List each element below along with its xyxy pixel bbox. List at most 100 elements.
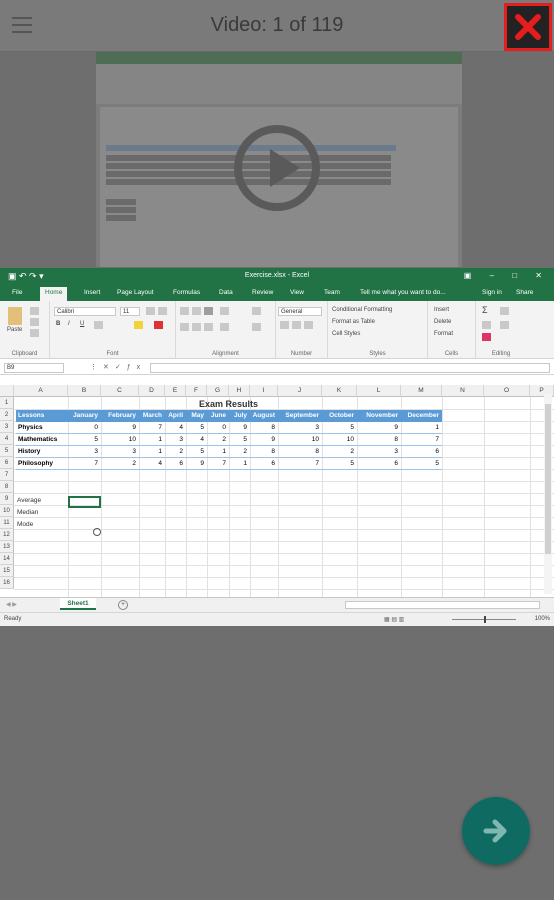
vertical-scrollbar[interactable] [544,394,552,594]
score-cell[interactable]: 10 [278,434,322,446]
percent-icon[interactable] [292,321,301,329]
column-header-o[interactable]: O [484,385,530,397]
bold-button[interactable]: B [56,321,60,327]
score-cell[interactable]: 5 [68,434,101,446]
row-header-14[interactable]: 14 [0,553,14,565]
header-cell[interactable]: September [278,410,322,422]
sort-filter-icon[interactable] [500,307,509,315]
format-painter-icon[interactable] [30,329,39,337]
paste-icon[interactable] [8,307,22,325]
row-header-1[interactable]: 1 [0,397,14,409]
format-as-table-button[interactable]: Format as Table [332,319,375,325]
tab-file[interactable]: File [12,289,22,296]
grow-font-icon[interactable] [146,307,155,315]
score-cell[interactable]: 8 [357,434,401,446]
row-header-10[interactable]: 10 [0,505,14,517]
column-header-g[interactable]: G [207,385,229,397]
find-select-icon[interactable] [500,321,509,329]
tab-page-layout[interactable]: Page Layout [117,289,154,296]
column-header-b[interactable]: B [68,385,101,397]
column-header-f[interactable]: F [186,385,207,397]
font-name-select[interactable]: Calibri [54,307,116,316]
delete-cells-button[interactable]: Delete [434,319,451,325]
tell-me-search[interactable]: Tell me what you want to do... [360,289,446,296]
column-header-d[interactable]: D [139,385,165,397]
score-cell[interactable]: 0 [207,422,229,434]
header-cell[interactable]: June [207,410,229,422]
tab-data[interactable]: Data [219,289,233,296]
row-header-13[interactable]: 13 [0,541,14,553]
score-cell[interactable]: 1 [139,434,165,446]
autosum-icon[interactable]: Σ [482,305,488,315]
share-button[interactable]: Share [516,289,533,296]
column-header-j[interactable]: J [278,385,322,397]
score-cell[interactable]: 1 [207,446,229,458]
add-sheet-icon[interactable]: + [118,600,128,610]
cut-icon[interactable] [30,307,39,315]
row-header-9[interactable]: 9 [0,493,14,505]
score-cell[interactable]: 3 [278,422,322,434]
row-header-4[interactable]: 4 [0,433,14,445]
align-top-icon[interactable] [180,307,189,315]
header-cell[interactable]: October [322,410,357,422]
header-cell[interactable]: December [401,410,442,422]
score-cell[interactable]: 9 [186,458,207,470]
selected-cell-b9[interactable] [68,496,101,508]
align-center-icon[interactable] [192,323,201,331]
align-middle-icon[interactable] [192,307,201,315]
score-cell[interactable]: 8 [250,422,278,434]
score-cell[interactable]: 9 [101,422,139,434]
tab-insert[interactable]: Insert [84,289,100,296]
select-all-corner[interactable] [0,385,14,397]
score-cell[interactable]: 6 [357,458,401,470]
row-header-11[interactable]: 11 [0,517,14,529]
score-cell[interactable]: 4 [139,458,165,470]
insert-cells-button[interactable]: Insert [434,307,449,313]
font-color-icon[interactable] [154,321,163,329]
score-cell[interactable]: 9 [250,434,278,446]
score-cell[interactable]: 5 [186,446,207,458]
score-cell[interactable]: 7 [68,458,101,470]
score-cell[interactable]: 10 [322,434,357,446]
align-right-icon[interactable] [204,323,213,331]
merge-center-icon[interactable] [252,323,261,331]
row-header-5[interactable]: 5 [0,445,14,457]
conditional-formatting-button[interactable]: Conditional Formatting [332,307,392,313]
score-cell[interactable]: 1 [139,446,165,458]
close-button[interactable] [504,3,552,51]
score-cell[interactable]: 3 [68,446,101,458]
score-cell[interactable]: 2 [165,446,186,458]
score-cell[interactable]: 8 [250,446,278,458]
name-box[interactable]: B9 [4,363,64,373]
sheet-tab-sheet1[interactable]: Sheet1 [60,598,96,610]
lesson-cell[interactable]: Mathematics [16,434,68,446]
horizontal-scrollbar[interactable] [345,601,540,609]
score-cell[interactable]: 5 [401,458,442,470]
copy-icon[interactable] [30,318,39,326]
align-bottom-icon[interactable] [204,307,213,315]
score-cell[interactable]: 7 [139,422,165,434]
score-cell[interactable]: 7 [207,458,229,470]
play-icon[interactable] [234,125,320,211]
score-cell[interactable]: 2 [207,434,229,446]
score-cell[interactable]: 9 [229,422,250,434]
score-cell[interactable]: 5 [322,458,357,470]
orientation-icon[interactable] [220,307,229,315]
row-header-16[interactable]: 16 [0,577,14,589]
fill-color-icon[interactable] [134,321,143,329]
font-size-select[interactable]: 11 [120,307,140,316]
header-cell[interactable]: February [101,410,139,422]
wrap-text-icon[interactable] [252,307,261,315]
header-cell[interactable]: April [165,410,186,422]
row-header-8[interactable]: 8 [0,481,14,493]
underline-button[interactable]: U [80,321,84,327]
score-cell[interactable]: 0 [68,422,101,434]
tab-formulas[interactable]: Formulas [173,289,200,296]
column-header-n[interactable]: N [442,385,484,397]
score-cell[interactable]: 3 [101,446,139,458]
column-header-h[interactable]: H [229,385,250,397]
borders-icon[interactable] [94,321,103,329]
score-cell[interactable]: 6 [250,458,278,470]
lesson-cell[interactable]: Physics [16,422,68,434]
header-cell[interactable]: November [357,410,401,422]
